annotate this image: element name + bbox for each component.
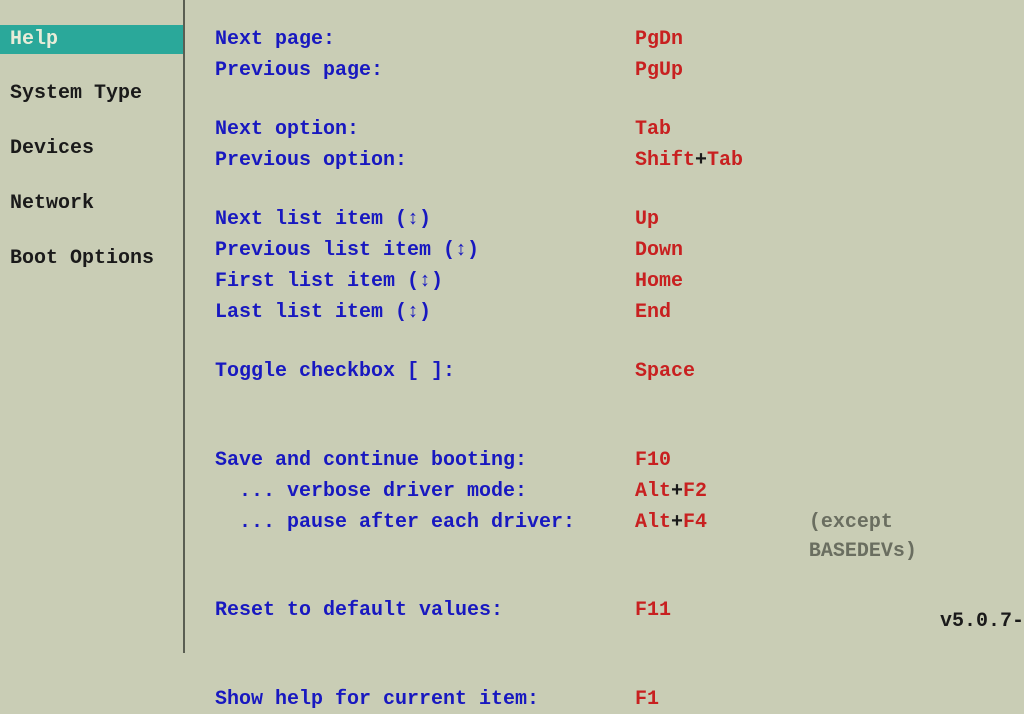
help-label: Next option: — [215, 115, 635, 144]
help-key-part: Alt — [635, 480, 671, 503]
help-label: Toggle checkbox [ ]: — [215, 357, 635, 386]
help-key: F1 — [635, 685, 775, 714]
sidebar-item-help[interactable]: Help — [0, 25, 183, 54]
help-label: Next page: — [215, 25, 635, 54]
help-label: ... pause after each driver: — [215, 508, 635, 566]
sidebar-item-system-type[interactable]: System Type — [0, 78, 183, 109]
help-key-part: F2 — [683, 480, 707, 503]
help-content: Next page: PgDn Previous page: PgUp Next… — [185, 0, 1024, 653]
sidebar-item-boot-options[interactable]: Boot Options — [0, 243, 183, 274]
help-row-next-page: Next page: PgDn — [215, 25, 1004, 54]
sidebar-item-network[interactable]: Network — [0, 188, 183, 219]
help-label: Previous page: — [215, 56, 635, 85]
help-row-next-option: Next option: Tab — [215, 115, 1004, 144]
help-row-verbose: ... verbose driver mode: Alt+F2 — [215, 477, 1004, 506]
help-key: Space — [635, 357, 775, 386]
help-row-show-help: Show help for current item: F1 — [215, 685, 1004, 714]
help-row-prev-page: Previous page: PgUp — [215, 56, 1004, 85]
help-label: Previous list item (↕) — [215, 236, 635, 265]
help-key: Shift+Tab — [635, 146, 775, 175]
help-row-next-list: Next list item (↕) Up — [215, 205, 1004, 234]
help-key: Up — [635, 205, 775, 234]
bios-container: Help System Type Devices Network Boot Op… — [0, 0, 1024, 653]
help-key: PgUp — [635, 56, 775, 85]
sidebar-item-devices[interactable]: Devices — [0, 133, 183, 164]
sidebar: Help System Type Devices Network Boot Op… — [0, 0, 185, 653]
help-row-toggle: Toggle checkbox [ ]: Space — [215, 357, 1004, 386]
help-plus: + — [695, 149, 707, 172]
help-row-prev-list: Previous list item (↕) Down — [215, 236, 1004, 265]
help-row-prev-option: Previous option: Shift+Tab — [215, 146, 1004, 175]
help-row-last-list: Last list item (↕) End — [215, 298, 1004, 327]
help-label: Show help for current item: — [215, 685, 635, 714]
help-plus: + — [671, 511, 683, 534]
help-row-first-list: First list item (↕) Home — [215, 267, 1004, 296]
help-key-part: F4 — [683, 511, 707, 534]
help-key-part: Tab — [707, 149, 743, 172]
help-key: Home — [635, 267, 775, 296]
help-note: (except BASEDEVs) — [809, 508, 1004, 566]
help-key: Alt+F4 — [635, 508, 769, 566]
help-label: Reset to default values: — [215, 596, 635, 625]
help-key-part: Shift — [635, 149, 695, 172]
help-row-reset: Reset to default values: F11 — [215, 596, 1004, 625]
help-label: Next list item (↕) — [215, 205, 635, 234]
help-row-pause: ... pause after each driver: Alt+F4 (exc… — [215, 508, 1004, 566]
version-label: v5.0.7- — [940, 610, 1024, 633]
help-key: End — [635, 298, 775, 327]
help-key: Alt+F2 — [635, 477, 775, 506]
help-key: F11 — [635, 596, 775, 625]
help-plus: + — [671, 480, 683, 503]
help-key: Down — [635, 236, 775, 265]
help-label: Last list item (↕) — [215, 298, 635, 327]
help-label: Save and continue booting: — [215, 446, 635, 475]
help-label: Previous option: — [215, 146, 635, 175]
help-label: First list item (↕) — [215, 267, 635, 296]
help-key: PgDn — [635, 25, 775, 54]
help-key: Tab — [635, 115, 775, 144]
help-row-save: Save and continue booting: F10 — [215, 446, 1004, 475]
help-key-part: Alt — [635, 511, 671, 534]
help-label: ... verbose driver mode: — [215, 477, 635, 506]
help-key: F10 — [635, 446, 775, 475]
